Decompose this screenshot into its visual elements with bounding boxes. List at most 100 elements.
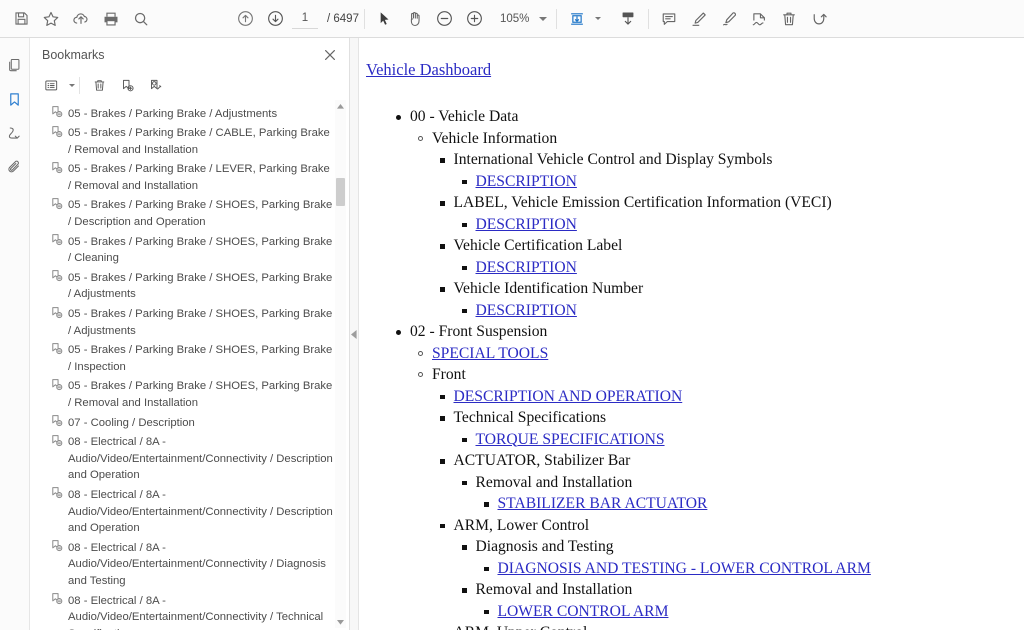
bookmark-options-icon[interactable]: [38, 73, 64, 97]
highlight-marker-icon[interactable]: [684, 4, 714, 34]
sidebar-item-attachment-paperclip-icon[interactable]: [2, 150, 28, 184]
next-page-button[interactable]: [260, 4, 290, 34]
comment-icon[interactable]: [654, 4, 684, 34]
outline-bullet-icon: [462, 265, 467, 270]
outline-item: ARM, Upper Control: [356, 622, 1014, 630]
bookmark-item[interactable]: 07 - Cooling / Description: [30, 413, 335, 433]
outline-bullet-icon: [462, 545, 467, 550]
rotate-icon[interactable]: [804, 4, 834, 34]
bookmark-item-label: 07 - Cooling / Description: [68, 416, 195, 429]
bookmark-item-label: 05 - Brakes / Parking Brake / LEVER, Par…: [68, 163, 330, 192]
outline-link[interactable]: TORQUE SPECIFICATIONS: [476, 429, 665, 451]
outline-item: DESCRIPTION: [356, 300, 1014, 322]
outline-link[interactable]: STABILIZER BAR ACTUATOR: [498, 493, 708, 515]
outline-text: Vehicle Information: [432, 129, 558, 147]
bookmark-item[interactable]: 05 - Brakes / Parking Brake / CABLE, Par…: [30, 124, 335, 160]
scroll-down-arrow-icon[interactable]: [335, 616, 346, 628]
bookmark-item[interactable]: 05 - Brakes / Parking Brake / SHOES, Par…: [30, 341, 335, 377]
outline-link[interactable]: LOWER CONTROL ARM: [498, 601, 669, 623]
scroll-up-arrow-icon[interactable]: [335, 100, 346, 112]
bookmark-item[interactable]: 08 - Electrical / 8A - Audio/Video/Enter…: [30, 591, 335, 630]
outline-item: DESCRIPTION: [356, 214, 1014, 236]
page-number-input[interactable]: [292, 8, 318, 29]
zoom-out-icon[interactable]: [430, 4, 460, 34]
outline-item: Removal and Installation: [356, 579, 1014, 601]
annotation-tools-group: [654, 4, 834, 34]
delete-trash-icon[interactable]: [774, 4, 804, 34]
bookmark-item[interactable]: 08 - Electrical / 8A - Audio/Video/Enter…: [30, 485, 335, 538]
outline-text: ARM, Upper Control: [454, 622, 588, 630]
favorite-star-icon[interactable]: [36, 4, 66, 34]
outline-link[interactable]: DESCRIPTION: [476, 300, 577, 322]
edit-bookmark-icon[interactable]: [142, 73, 168, 97]
bookmark-item[interactable]: 08 - Electrical / 8A - Audio/Video/Enter…: [30, 433, 335, 486]
bookmark-item-label: 05 - Brakes / Parking Brake / SHOES, Par…: [68, 344, 333, 373]
outline-text: Removal and Installation: [475, 473, 633, 491]
outline-link[interactable]: DESCRIPTION: [476, 257, 577, 279]
add-bookmark-icon[interactable]: [114, 73, 140, 97]
outline-bullet-icon: [484, 502, 489, 507]
outline-bullet-icon: [462, 588, 467, 593]
bookmark-item-label: 05 - Brakes / Parking Brake / SHOES, Par…: [68, 235, 333, 265]
bookmark-item[interactable]: 05 - Brakes / Parking Brake / LEVER, Par…: [30, 160, 335, 196]
outline-bullet-icon: [440, 158, 445, 163]
download-icon[interactable]: [613, 4, 643, 34]
bookmarks-panel: Bookmarks 05 - Brakes / Parking Brake / …: [30, 38, 350, 630]
bookmark-item-label: 08 - Electrical / 8A - Audio/Video/Enter…: [68, 594, 324, 630]
bookmark-item-label: 08 - Electrical / 8A - Audio/Video/Enter…: [68, 436, 333, 482]
toolbar-divider-2: [555, 8, 557, 29]
sidebar-item-signature-icon[interactable]: [2, 116, 28, 150]
bookmark-item-label: 05 - Brakes / Parking Brake / Adjustment…: [68, 107, 278, 120]
previous-page-button[interactable]: [230, 4, 260, 34]
view-tools-group: 105%: [370, 4, 551, 34]
outline-bullet-icon: [440, 201, 445, 206]
search-icon[interactable]: [126, 4, 156, 34]
pen-draw-icon[interactable]: [714, 4, 744, 34]
zoom-level-dropdown[interactable]: 105%: [496, 10, 551, 28]
main-toolbar: / 6497: [0, 0, 1024, 38]
bookmark-item[interactable]: 05 - Brakes / Parking Brake / SHOES, Par…: [30, 377, 335, 413]
outline-bullet-icon: [462, 222, 467, 227]
toolbar-divider-3: [647, 8, 649, 29]
upload-cloud-icon[interactable]: [66, 4, 96, 34]
bookmark-item[interactable]: 05 - Brakes / Parking Brake / SHOES, Par…: [30, 305, 335, 341]
bookmark-item[interactable]: 05 - Brakes / Parking Brake / SHOES, Par…: [30, 268, 335, 304]
outline-link[interactable]: SPECIAL TOOLS: [432, 343, 548, 365]
signature-stamp-icon[interactable]: [744, 4, 774, 34]
document-heading-link[interactable]: Vehicle Dashboard: [366, 60, 491, 80]
bookmarks-scrollbar[interactable]: [335, 100, 346, 628]
sidebar-item-pages-thumbnail-icon[interactable]: [2, 48, 28, 82]
save-icon[interactable]: [6, 4, 36, 34]
bookmark-item[interactable]: 08 - Electrical / 8A - Audio/Video/Enter…: [30, 538, 335, 591]
bookmark-item[interactable]: 05 - Brakes / Parking Brake / SHOES, Par…: [30, 232, 335, 268]
delete-bookmark-icon[interactable]: [86, 73, 112, 97]
outline-link[interactable]: DIAGNOSIS AND TESTING - LOWER CONTROL AR…: [498, 558, 871, 580]
bookmark-item[interactable]: 05 - Brakes / Parking Brake / Adjustment…: [30, 104, 335, 124]
outline-item: 02 - Front Suspension: [356, 321, 1014, 343]
fit-page-icon[interactable]: [562, 4, 592, 34]
document-outline: 00 - Vehicle Data Vehicle Information Inte…: [356, 106, 1014, 630]
bookmark-options-chevron-down-icon[interactable]: [69, 83, 75, 87]
bookmark-item[interactable]: 05 - Brakes / Parking Brake / SHOES, Par…: [30, 196, 335, 232]
outline-item: International Vehicle Control and Displa…: [356, 149, 1014, 171]
outline-bullet-icon: [440, 244, 445, 249]
outline-item: Vehicle Information: [356, 128, 1014, 150]
sidebar-item-bookmark-icon[interactable]: [2, 82, 28, 116]
fit-page-chevron-down-icon[interactable]: [594, 17, 601, 20]
zoom-in-icon[interactable]: [460, 4, 490, 34]
bookmark-item-label: 05 - Brakes / Parking Brake / SHOES, Par…: [68, 271, 333, 301]
close-icon[interactable]: [321, 46, 339, 64]
outline-link[interactable]: DESCRIPTION: [476, 214, 577, 236]
scrollbar-thumb[interactable]: [336, 178, 345, 206]
outline-link[interactable]: DESCRIPTION: [476, 171, 577, 193]
select-cursor-icon[interactable]: [370, 4, 400, 34]
document-viewport[interactable]: Vehicle Dashboard 00 - Vehicle Data Vehic…: [350, 38, 1024, 630]
zoom-level-value: 105%: [499, 12, 530, 25]
outline-bullet-icon: [484, 566, 489, 571]
bookmarks-list[interactable]: 05 - Brakes / Parking Brake / Adjustment…: [30, 100, 349, 630]
outline-text: LABEL, Vehicle Emission Certification In…: [453, 194, 832, 211]
bookmarks-panel-title: Bookmarks: [42, 48, 105, 62]
pan-hand-icon[interactable]: [400, 4, 430, 34]
print-icon[interactable]: [96, 4, 126, 34]
outline-link[interactable]: DESCRIPTION AND OPERATION: [454, 386, 683, 408]
